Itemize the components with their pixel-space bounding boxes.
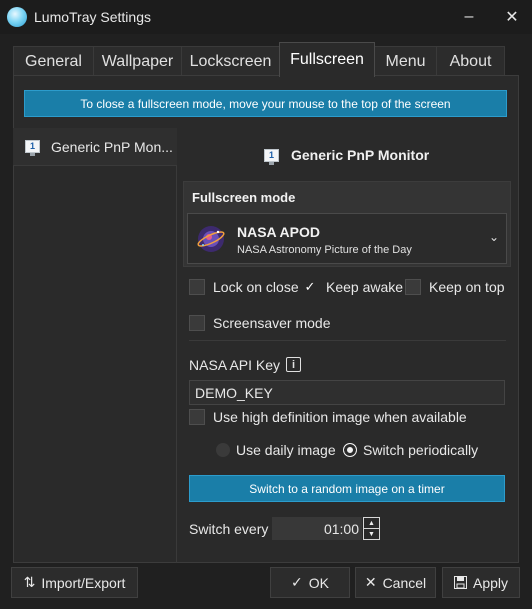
radio-dot-selected — [343, 443, 357, 457]
keep-awake-label: Keep awake — [326, 279, 404, 295]
minimize-button[interactable]: – — [452, 3, 486, 31]
info-icon[interactable]: i — [286, 357, 301, 372]
import-export-label: Import/Export — [41, 574, 126, 591]
keep-on-top-checkbox[interactable]: Keep on top — [405, 279, 505, 295]
switch-periodically-label: Switch periodically — [363, 442, 479, 458]
switch-interval-input[interactable]: 01:00 — [272, 517, 362, 540]
spin-down-icon[interactable]: ▼ — [364, 529, 379, 540]
sort-arrows-icon: ⇅ — [23, 574, 36, 590]
cancel-button[interactable]: ✕ Cancel — [355, 567, 436, 598]
monitor-icon: 1 — [264, 148, 279, 165]
fullscreen-mode-dropdown[interactable]: NASA APOD NASA Astronomy Picture of the … — [187, 213, 507, 264]
checkmark-icon: ✓ — [304, 279, 316, 294]
api-key-input[interactable]: DEMO_KEY — [189, 380, 505, 405]
close-icon: ✕ — [364, 574, 377, 590]
apply-label: Apply — [472, 574, 509, 591]
daily-image-label: Use daily image — [236, 442, 336, 458]
screensaver-mode-label: Screensaver mode — [213, 315, 331, 331]
chevron-down-icon: ⌄ — [488, 230, 499, 244]
checkbox-box — [189, 279, 205, 295]
section-divider — [189, 340, 506, 341]
apply-button[interactable]: Apply — [442, 567, 520, 598]
tab-about[interactable]: About — [436, 46, 505, 76]
lock-on-close-label: Lock on close — [213, 279, 299, 295]
checkbox-box — [189, 409, 205, 425]
window-title: LumoTray Settings — [34, 9, 151, 25]
info-banner: To close a fullscreen mode, move your mo… — [24, 90, 507, 117]
cancel-label: Cancel — [382, 574, 427, 591]
monitor-list-item-label: Generic PnP Mon... — [51, 138, 173, 155]
tab-menu[interactable]: Menu — [374, 46, 437, 76]
tab-wallpaper[interactable]: Wallpaper — [93, 46, 182, 76]
keep-on-top-label: Keep on top — [429, 279, 505, 295]
spin-up-icon[interactable]: ▲ — [364, 518, 379, 529]
checkbox-box — [189, 315, 205, 331]
close-button[interactable]: ✕ — [495, 3, 529, 31]
save-icon — [453, 576, 467, 589]
radio-dot — [216, 443, 230, 457]
tab-lockscreen[interactable]: Lockscreen — [181, 46, 280, 76]
app-logo-icon — [7, 7, 27, 27]
ok-label: OK — [308, 574, 329, 591]
checkbox-box — [405, 279, 421, 295]
check-icon: ✓ — [291, 574, 303, 590]
import-export-button[interactable]: ⇅ Import/Export — [11, 567, 138, 598]
screensaver-mode-checkbox[interactable]: Screensaver mode — [189, 315, 331, 331]
monitor-title: Generic PnP Monitor — [291, 147, 430, 163]
monitor-list-item[interactable]: 1 Generic PnP Mon... — [13, 128, 177, 166]
keep-awake-checkbox[interactable]: ✓ Keep awake — [302, 279, 404, 295]
daily-image-radio[interactable]: Use daily image — [216, 442, 336, 458]
ok-button[interactable]: ✓ OK — [270, 567, 350, 598]
monitor-icon: 1 — [25, 140, 40, 156]
planet-icon — [197, 226, 225, 252]
lock-on-close-checkbox[interactable]: Lock on close — [189, 279, 299, 295]
monitor-header: 1 Generic PnP Monitor — [264, 147, 430, 165]
high-definition-checkbox[interactable]: Use high definition image when available — [189, 409, 467, 425]
monitor-list: 1 Generic PnP Mon... — [13, 128, 177, 563]
tab-fullscreen[interactable]: Fullscreen — [279, 42, 375, 77]
api-key-label: NASA API Key — [189, 357, 281, 373]
tab-general[interactable]: General — [13, 46, 94, 76]
switch-periodically-radio[interactable]: Switch periodically — [343, 442, 478, 458]
selected-mode-description: NASA Astronomy Picture of the Day — [237, 244, 412, 256]
random-image-button[interactable]: Switch to a random image on a timer — [189, 475, 505, 502]
fullscreen-mode-label: Fullscreen mode — [192, 190, 296, 205]
high-definition-label: Use high definition image when available — [213, 409, 467, 425]
interval-spinner[interactable]: ▲ ▼ — [363, 517, 380, 540]
title-bar: LumoTray Settings – ✕ — [0, 0, 532, 34]
selected-mode-name: NASA APOD — [237, 224, 320, 240]
switch-every-label: Switch every — [189, 521, 269, 537]
